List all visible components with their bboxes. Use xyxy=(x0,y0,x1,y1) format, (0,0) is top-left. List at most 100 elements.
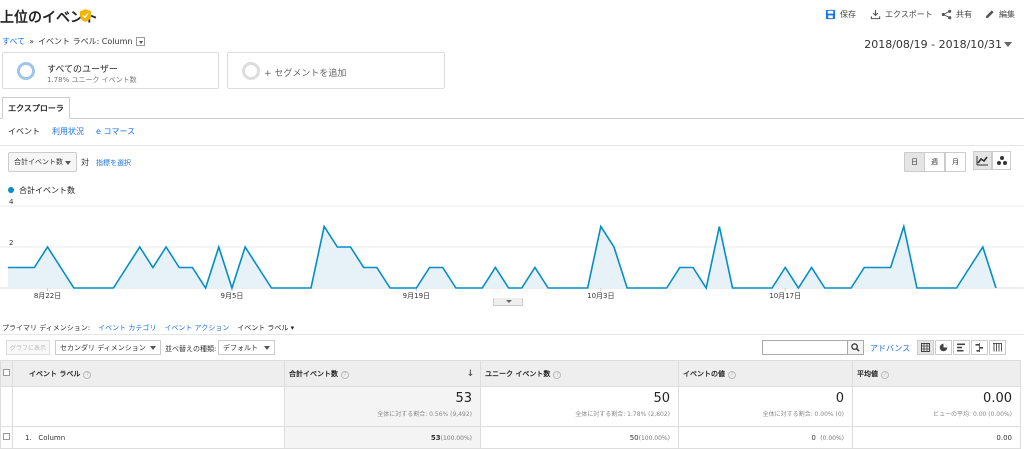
line-chart-button[interactable] xyxy=(973,151,992,170)
row-event-value-pct: (0.00%) xyxy=(820,434,844,442)
table-search-input[interactable] xyxy=(762,340,848,355)
x-tick-label: 9月5日 xyxy=(220,292,243,300)
metric-dropdown[interactable]: 合計イベント数 xyxy=(8,152,77,172)
chart-marks xyxy=(8,223,997,291)
legend-label: 合計イベント数 xyxy=(19,186,75,195)
choose-metric-link[interactable]: 指標を選択 xyxy=(96,158,131,168)
row-total-events: 53(100.00%) xyxy=(284,426,481,449)
dimension-event-label[interactable]: イベント ラベル ▾ xyxy=(237,323,294,333)
save-button[interactable]: 保存 xyxy=(825,9,856,20)
totals-avg-value-sub: ビューの平均: 0.00 (0.00%) xyxy=(933,411,1012,418)
save-label: 保存 xyxy=(840,10,856,19)
help-icon[interactable]: ? xyxy=(728,370,736,379)
primary-dimension-row: プライマリ ディメンション: イベント カテゴリ イベント アクション イベント… xyxy=(2,323,294,333)
period-month-button[interactable]: 月 xyxy=(945,152,966,172)
tab-explorer[interactable]: エクスプローラ xyxy=(2,97,70,119)
header-avg-value[interactable]: 平均値? xyxy=(852,360,1021,387)
view-pie-button[interactable] xyxy=(935,340,952,355)
date-range-picker[interactable]: 2018/08/19 - 2018/10/31 xyxy=(864,38,1002,51)
totals-avg-value-value: 0.00 xyxy=(983,391,1012,406)
header-event-label-text: イベント ラベル xyxy=(29,369,81,378)
totals-empty-cell xyxy=(0,386,13,427)
view-pivot-button[interactable] xyxy=(989,340,1006,355)
totals-unique-events: 50 全体に対する割合: 1.78% (2,802) xyxy=(480,386,679,427)
row-avg-value: 0.00 xyxy=(852,426,1021,449)
pencil-icon xyxy=(985,10,994,19)
table-header-row: イベント ラベル? 合計イベント数? ↓ ユニーク イベント数? イベントの値? … xyxy=(0,360,1021,387)
legend-dot xyxy=(8,187,14,193)
totals-unique-events-value: 50 xyxy=(653,391,670,406)
header-total-events[interactable]: 合計イベント数? ↓ xyxy=(284,360,481,387)
export-label: エクスポート xyxy=(885,10,933,19)
dimension-event-action[interactable]: イベント アクション xyxy=(164,323,229,333)
header-total-events-text: 合計イベント数 xyxy=(289,369,338,378)
y-tick-label: 2 xyxy=(9,239,13,247)
dimension-event-category[interactable]: イベント カテゴリ xyxy=(98,323,156,333)
segment-all-users[interactable]: すべてのユーザー 1.78% ユニーク イベント数 xyxy=(2,52,219,89)
segment-empty-circle-icon xyxy=(242,62,260,80)
header-unique-events-text: ユニーク イベント数 xyxy=(485,369,551,378)
row-event-label-link[interactable]: Column xyxy=(38,434,65,442)
help-icon[interactable]: ? xyxy=(881,370,889,379)
breadcrumb-dropdown-icon[interactable] xyxy=(136,37,146,46)
header-event-value[interactable]: イベントの値? xyxy=(678,360,853,387)
totals-event-value: 0 全体に対する割合: 0.00% (0) xyxy=(678,386,853,427)
view-performance-button[interactable] xyxy=(953,340,970,355)
breadcrumb-separator: » xyxy=(29,37,35,46)
edit-button[interactable]: 編集 xyxy=(984,9,1015,20)
edit-label: 編集 xyxy=(999,10,1015,19)
chevron-down-icon xyxy=(150,346,156,350)
search-icon xyxy=(851,343,860,352)
secondary-dimension-dropdown[interactable]: セカンダリ ディメンション xyxy=(55,340,161,355)
date-range-caret-icon[interactable] xyxy=(1004,42,1012,47)
period-day-button[interactable]: 日 xyxy=(904,152,925,172)
plot-rows-button[interactable]: グラフに表示 xyxy=(6,340,50,355)
breadcrumb-all-link[interactable]: すべて xyxy=(2,36,25,47)
share-icon xyxy=(941,9,952,20)
header-unique-events[interactable]: ユニーク イベント数? xyxy=(480,360,679,387)
add-segment-button[interactable]: + セグメントを追加 xyxy=(227,52,445,89)
row-checkbox[interactable] xyxy=(3,433,10,440)
save-icon xyxy=(825,9,836,20)
row-total-events-pct: (100.00%) xyxy=(440,434,472,442)
view-comparison-button[interactable] xyxy=(971,340,988,355)
sort-type-label: 並べ替えの種類: xyxy=(165,345,217,353)
collapse-chart-button[interactable] xyxy=(493,298,523,306)
divider xyxy=(0,145,1024,146)
chevron-down-icon xyxy=(264,346,270,350)
share-button[interactable]: 共有 xyxy=(941,9,972,20)
metric-dropdown-label: 合計イベント数 xyxy=(14,158,63,166)
sort-type-dropdown[interactable]: デフォルト xyxy=(218,340,275,355)
motion-chart-button[interactable] xyxy=(992,151,1011,170)
select-all-checkbox[interactable] xyxy=(3,369,10,376)
advanced-filter-link[interactable]: アドバンス xyxy=(870,343,910,354)
help-icon[interactable]: ? xyxy=(553,370,562,379)
subtab-event[interactable]: イベント xyxy=(8,126,40,137)
help-icon[interactable]: ? xyxy=(83,370,92,379)
segment-subtext: 1.78% ユニーク イベント数 xyxy=(47,76,137,84)
breadcrumb: すべて » イベント ラベル: Column xyxy=(2,36,146,47)
row-index: 1. xyxy=(25,433,32,442)
subtab-ecommerce[interactable]: e コマース xyxy=(96,126,135,137)
totals-event-value-sub: 全体に対する割合: 0.00% (0) xyxy=(762,411,844,418)
period-week-button[interactable]: 週 xyxy=(924,152,945,172)
header-avg-value-text: 平均値 xyxy=(857,369,878,378)
help-icon[interactable]: ? xyxy=(341,370,349,379)
pivot-icon xyxy=(993,343,1002,352)
view-table-button[interactable] xyxy=(917,340,934,355)
row-unique-events: 50(100.00%) xyxy=(480,426,679,449)
chevron-down-icon xyxy=(65,161,71,165)
row-event-value-value: 0 xyxy=(811,433,816,442)
search-button[interactable] xyxy=(847,340,864,355)
sort-down-arrow-icon[interactable]: ↓ xyxy=(466,369,474,379)
subtab-usage[interactable]: 利用状況 xyxy=(52,126,84,137)
header-event-label[interactable]: イベント ラベル? xyxy=(12,360,285,387)
report-header: 上位のイベント 保存 エクスポート 共有 編集 xyxy=(0,0,1024,30)
segment-name: すべてのユーザー xyxy=(47,65,118,75)
data-table: イベント ラベル? 合計イベント数? ↓ ユニーク イベント数? イベントの値? … xyxy=(0,360,1021,449)
totals-total-events-sub: 全体に対する割合: 0.56% (9,492) xyxy=(377,411,472,418)
sub-tabs: イベント 利用状況 e コマース xyxy=(8,126,135,137)
versus-label: 対 xyxy=(81,158,89,167)
export-button[interactable]: エクスポート xyxy=(870,9,933,20)
totals-event-value-value: 0 xyxy=(835,391,844,406)
